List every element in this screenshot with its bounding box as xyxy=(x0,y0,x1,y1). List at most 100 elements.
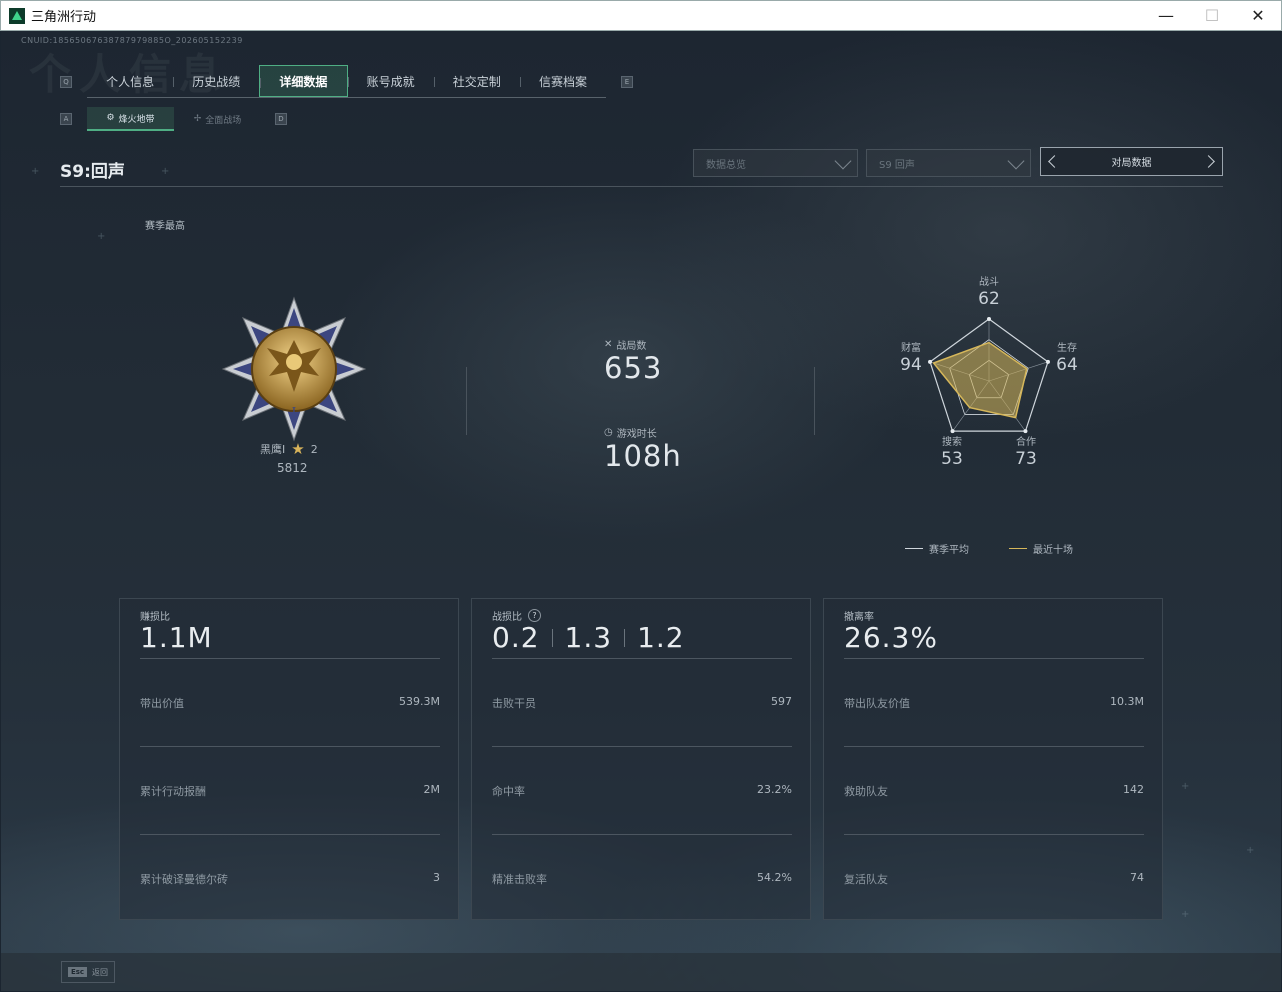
decor-plus: + xyxy=(1181,781,1190,792)
main-value: 26.3% xyxy=(844,621,938,654)
bottom-bar xyxy=(1,953,1281,991)
match-data-button[interactable]: 对局数据 xyxy=(1040,147,1223,176)
star-icon: ★ xyxy=(291,440,305,458)
chevron-down-icon xyxy=(1007,152,1025,170)
card-divider xyxy=(844,658,1144,659)
card-divider xyxy=(844,834,1144,835)
tab-history[interactable]: 历史战绩 xyxy=(173,65,259,97)
card-main-value: 26.3% xyxy=(844,621,938,654)
rank-stars: 2 xyxy=(310,442,318,456)
radar-label-wealth: 财富 xyxy=(901,343,921,354)
card-divider xyxy=(140,746,440,747)
stat-row: 累计行动报酬 2M xyxy=(140,783,440,799)
window-title: 三角洲行动 xyxy=(31,10,97,25)
subtab-warfare[interactable]: ✢ 全面战场 xyxy=(174,107,261,131)
card-profit-ratio: 赚损比 1.1M 带出价值 539.3M 累计行动报酬 2M 累计破译曼德尔砖 3 xyxy=(119,598,459,920)
chevron-right-icon[interactable] xyxy=(1202,155,1215,168)
legend-recent: 最近十场 xyxy=(1009,541,1073,556)
card-extraction-rate: 撤离率 26.3% 带出队友价值 10.3M 救助队友 142 复活队友 74 xyxy=(823,598,1163,920)
card-divider xyxy=(492,746,792,747)
key-hint-e: E xyxy=(621,76,633,88)
playtime-label-text: 游戏时长 xyxy=(616,429,657,440)
subtab-hazard-zone[interactable]: ⚙ 烽火地带 xyxy=(87,107,174,131)
stat-value: 3 xyxy=(433,871,440,884)
chevron-left-icon[interactable] xyxy=(1048,155,1061,168)
close-button[interactable]: ✕ xyxy=(1235,1,1281,31)
radar-value-cooperation: 73 xyxy=(1015,449,1037,469)
divider xyxy=(466,367,467,435)
rank-name: 黑鹰I xyxy=(260,443,286,456)
legend-label: 最近十场 xyxy=(1033,545,1073,556)
rank-info: 黑鹰I ★ 2 xyxy=(260,440,318,458)
playtime-label: ◷ 游戏时长 xyxy=(604,425,657,440)
dropdown-value: 数据总览 xyxy=(706,159,746,171)
player-uid: CNUID:18565067638787979885O_202605152239 xyxy=(21,36,243,45)
main-value: 1.1M xyxy=(140,621,213,654)
esc-key-icon: Esc xyxy=(67,967,88,977)
stat-key: 复活队友 xyxy=(844,873,888,886)
card-kd-ratio: 战损比? 0.2 1.3 1.2 击败干员 597 命中率 23.2% 精准击败率 5… xyxy=(471,598,811,920)
radar-value-search: 53 xyxy=(941,449,963,469)
stat-key: 累计行动报酬 xyxy=(140,785,206,798)
radar-value-survival: 64 xyxy=(1056,355,1078,375)
window-titlebar: 三角洲行动 — ☐ ✕ xyxy=(0,0,1282,31)
main-value: 1.2 xyxy=(637,621,685,654)
stat-value: 54.2% xyxy=(757,871,792,884)
season-high-label: 赛季最高 xyxy=(145,221,185,232)
tab-detailed-data[interactable]: 详细数据 xyxy=(259,65,348,97)
stat-row: 命中率 23.2% xyxy=(492,783,792,799)
back-button[interactable]: Esc 返回 xyxy=(61,961,115,983)
card-divider xyxy=(492,658,792,659)
card-main-value: 0.2 1.3 1.2 xyxy=(492,621,685,654)
season-dropdown[interactable]: S9 回声 xyxy=(866,149,1031,177)
stat-value: 142 xyxy=(1123,783,1144,796)
rank-score: 5812 xyxy=(277,461,308,475)
tab-social[interactable]: 社交定制 xyxy=(433,65,520,97)
warfare-icon: ✢ xyxy=(193,114,202,124)
data-overview-dropdown[interactable]: 数据总览 xyxy=(693,149,858,177)
hazard-zone-icon: ⚙ xyxy=(106,113,115,123)
matches-value: 653 xyxy=(604,351,663,385)
legend-label: 赛季平均 xyxy=(929,545,969,556)
value-separator xyxy=(624,628,626,647)
back-label: 返回 xyxy=(92,967,109,977)
minimize-button[interactable]: — xyxy=(1143,1,1189,31)
radar-label-search: 搜索 xyxy=(942,437,962,448)
ability-radar-chart: 战斗 62 生存 64 合作 73 搜索 53 财富 94 xyxy=(881,271,1101,471)
divider xyxy=(814,367,815,435)
subtab-label: 烽火地带 xyxy=(118,114,155,125)
stat-row: 累计破译曼德尔砖 3 xyxy=(140,871,440,887)
stat-key: 救助队友 xyxy=(844,785,888,798)
playtime-value: 108h xyxy=(604,439,682,473)
clock-icon: ◷ xyxy=(604,427,613,438)
stat-value: 23.2% xyxy=(757,783,792,796)
tab-personal-info[interactable]: 个人信息 xyxy=(87,65,173,97)
stat-value: 10.3M xyxy=(1110,695,1144,708)
crossed-swords-icon: ✕ xyxy=(604,339,613,350)
card-divider xyxy=(140,658,440,659)
matches-label-text: 战局数 xyxy=(616,341,647,352)
stat-value: 74 xyxy=(1130,871,1144,884)
tab-achievements[interactable]: 账号成就 xyxy=(347,65,434,97)
tab-archive[interactable]: 信赛档案 xyxy=(519,65,606,97)
header-divider xyxy=(60,186,1223,187)
main-value: 0.2 xyxy=(492,621,540,654)
chevron-down-icon xyxy=(834,152,852,170)
decor-plus: + xyxy=(31,166,40,177)
legend-season-avg: 赛季平均 xyxy=(905,541,969,556)
matches-label: ✕ 战局数 xyxy=(604,337,646,352)
rank-medal-icon: I xyxy=(221,296,367,442)
decor-plus: + xyxy=(1181,909,1190,920)
card-divider xyxy=(140,834,440,835)
dropdown-value: S9 回声 xyxy=(879,159,915,171)
stat-row: 精准击败率 54.2% xyxy=(492,871,792,887)
decor-plus: + xyxy=(97,231,106,242)
card-main-value: 1.1M xyxy=(140,621,213,654)
card-divider xyxy=(844,746,1144,747)
match-data-label: 对局数据 xyxy=(1111,158,1152,169)
main-tabs: 个人信息 历史战绩 详细数据 账号成就 社交定制 信赛档案 xyxy=(87,65,606,98)
stat-value: 539.3M xyxy=(399,695,440,708)
stat-key: 击败干员 xyxy=(492,697,536,710)
key-hint-d: D xyxy=(275,113,287,125)
maximize-button[interactable]: ☐ xyxy=(1189,1,1235,31)
